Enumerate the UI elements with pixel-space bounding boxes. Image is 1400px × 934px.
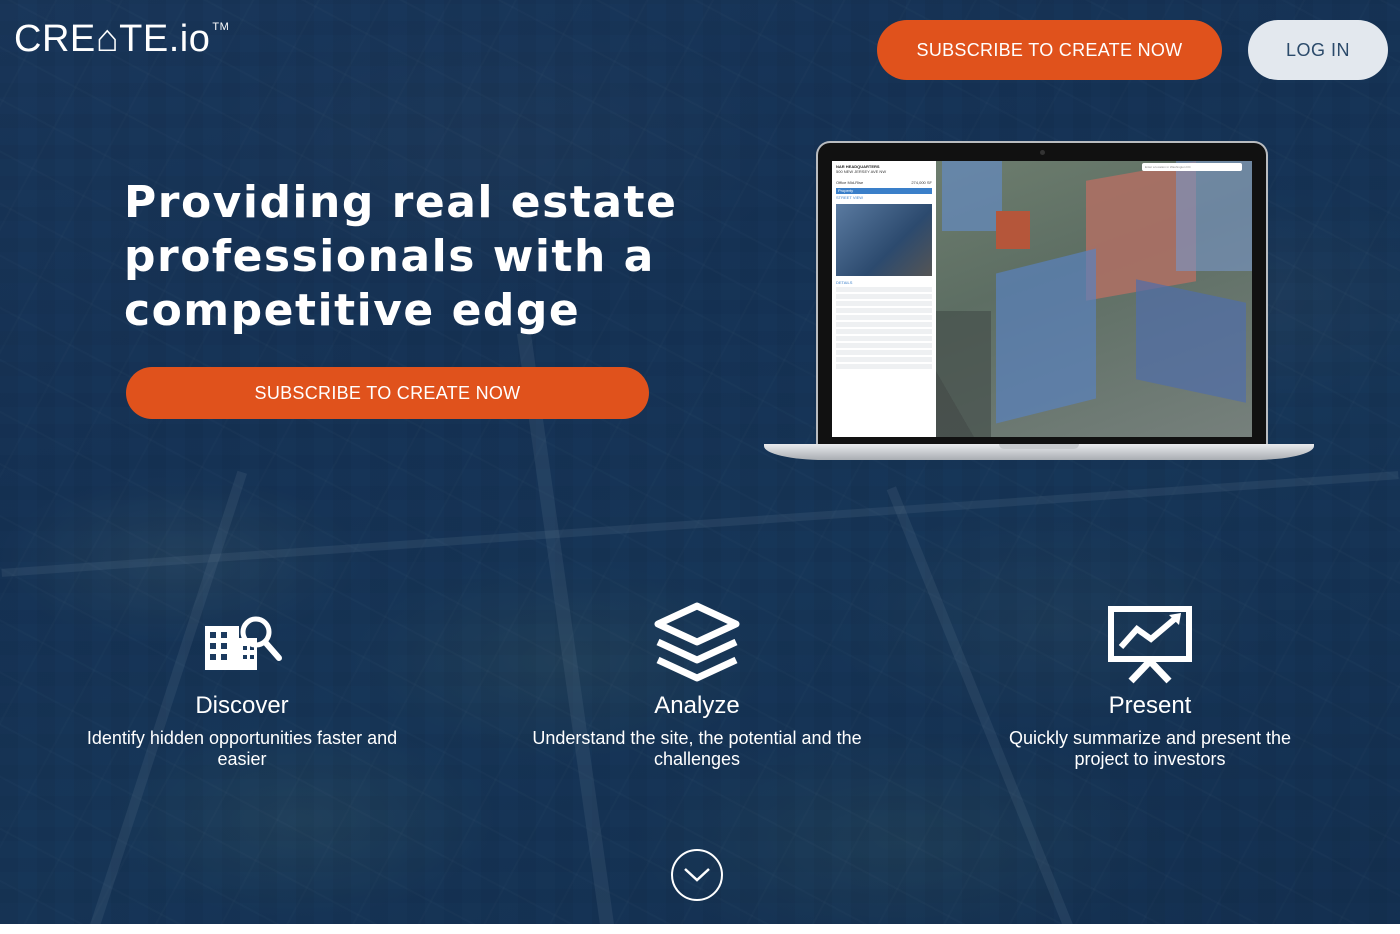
layers-icon [527,600,867,690]
map-search-field: Enter a location in Washington DC [1142,163,1242,171]
feature-title-discover: Discover [195,692,289,719]
logo-text: CRE⌂TE.io [14,18,211,60]
panel-tab-street-view: STREET VIEW [836,195,864,200]
property-panel: NAR HEADQUARTERS 500 NEW JERSEY AVE NW O… [832,161,936,437]
panel-meta: Office Mid-Rise 274,000 SF [836,180,932,185]
feature-title-analyze: Analyze [654,692,740,719]
building-block [1136,279,1246,403]
panel-row [836,343,932,348]
feature-title-present: Present [1108,692,1192,719]
panel-row [836,336,932,341]
panel-row [836,329,932,334]
create-io-logo[interactable]: CRE⌂TE.io TM [14,20,229,58]
panel-row [836,308,932,313]
login-button[interactable]: LOG IN [1248,20,1388,80]
laptop-camera [1040,150,1045,155]
subscribe-button-header[interactable]: SUBSCRIBE TO CREATE NOW [877,20,1222,80]
hero-title: Providing real estate professionals with… [124,177,678,336]
panel-row [836,301,932,306]
app-screenshot: NAR HEADQUARTERS 500 NEW JERSEY AVE NW O… [832,161,1252,437]
panel-row [836,294,932,299]
laptop-lid: NAR HEADQUARTERS 500 NEW JERSEY AVE NW O… [816,141,1268,445]
scroll-down-button[interactable] [671,849,723,901]
feature-present: Present Quickly summarize and present th… [980,600,1320,770]
feature-analyze: Analyze Understand the site, the potenti… [527,600,867,770]
panel-size: 274,000 SF [911,180,932,185]
map-3d-view: Enter a location in Washington DC [936,161,1252,437]
background-road [1,471,1399,577]
feature-text-discover: Identify hidden opportunities faster and… [86,728,398,769]
street-view-thumbnail [836,204,932,276]
building-block [1176,161,1252,271]
panel-section-details: DETAILS [836,280,853,285]
subscribe-button-hero[interactable]: SUBSCRIBE TO CREATE NOW [126,367,649,419]
chevron-down-icon [684,868,710,882]
panel-row [836,322,932,327]
panel-type: Office Mid-Rise [836,180,864,185]
panel-address: 500 NEW JERSEY AVE NW [836,169,887,174]
panel-row [836,287,932,292]
page-bottom-edge [0,924,1400,934]
feature-discover: Discover Identify hidden opportunities f… [72,600,412,770]
logo-trademark: TM [212,21,230,33]
feature-text-analyze: Understand the site, the potential and t… [532,728,862,769]
panel-row [836,357,932,362]
building-block [942,161,1002,231]
panel-row [836,350,932,355]
presentation-chart-icon [980,600,1320,690]
laptop-notch [999,444,1079,449]
building-block [996,211,1030,249]
panel-row [836,315,932,320]
panel-tab-property: Property [836,188,932,194]
feature-text-present: Quickly summarize and present the projec… [1008,728,1292,769]
building-block [996,248,1096,424]
building-search-icon [72,600,412,690]
laptop-mockup: NAR HEADQUARTERS 500 NEW JERSEY AVE NW O… [764,141,1314,463]
building-block [936,311,991,437]
panel-row [836,364,932,369]
